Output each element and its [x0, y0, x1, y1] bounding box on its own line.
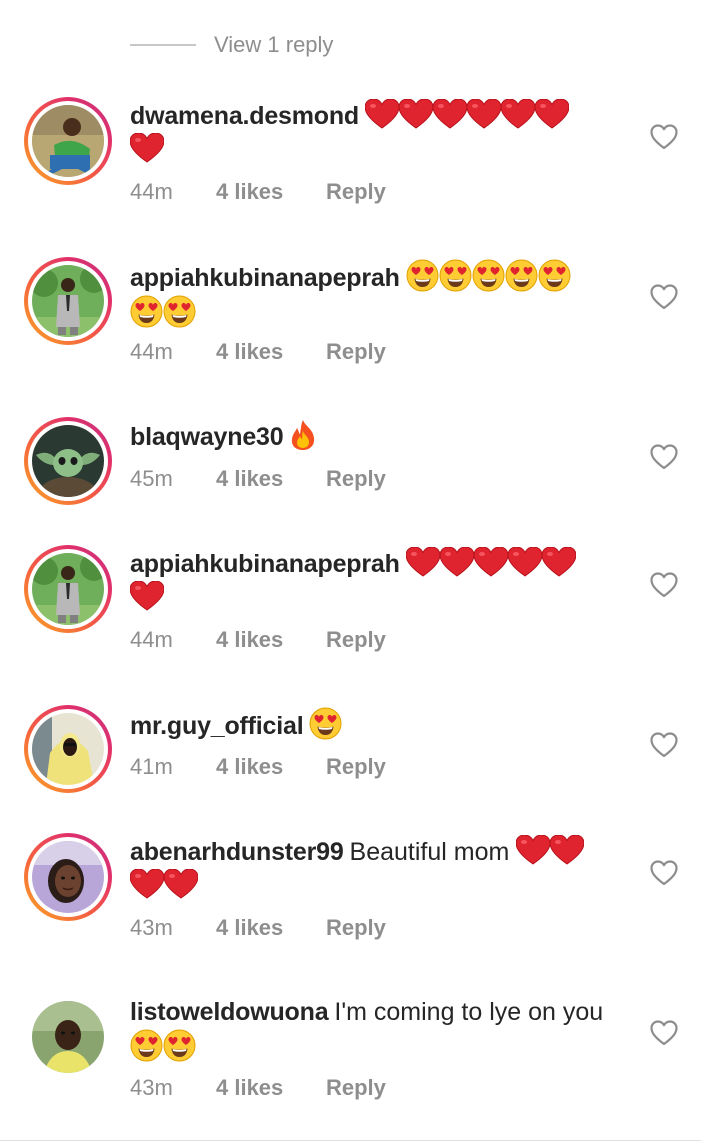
avatar	[32, 425, 104, 497]
reply-button[interactable]: Reply	[326, 339, 386, 365]
comment-likes[interactable]: 4 likes	[216, 339, 326, 365]
comment-time: 43m	[130, 915, 173, 940]
comment-meta: 44m 4 likes Reply	[130, 179, 386, 205]
heart-outline-icon[interactable]	[650, 444, 678, 470]
heart-eyes-emoji	[163, 1029, 196, 1062]
heart-outline-icon[interactable]	[650, 124, 678, 150]
view-replies-button[interactable]: View 1 reply	[130, 28, 333, 62]
comment-time: 43m	[130, 1075, 173, 1100]
red-heart-emoji	[501, 99, 535, 129]
red-heart-emoji	[550, 835, 584, 865]
avatar	[32, 105, 104, 177]
heart-eyes-emoji	[472, 259, 505, 292]
heart-eyes-emoji	[163, 295, 196, 328]
heart-eyes-emoji	[130, 1029, 163, 1062]
reply-button[interactable]: Reply	[326, 466, 386, 492]
story-ring[interactable]	[24, 833, 112, 921]
heart-outline-icon[interactable]	[650, 860, 678, 886]
comment-text: abenarhdunster99 Beautiful mom	[130, 835, 620, 903]
avatar	[32, 713, 104, 785]
divider	[0, 1140, 701, 1141]
red-heart-emoji	[535, 99, 569, 129]
comment-time: 44m	[130, 627, 173, 652]
red-heart-emoji	[467, 99, 501, 129]
heart-eyes-emoji	[538, 259, 571, 292]
comment-meta: 44m 4 likes Reply	[130, 627, 386, 653]
comment-time: 44m	[130, 179, 173, 204]
red-heart-emoji	[508, 547, 542, 577]
story-ring[interactable]	[24, 417, 112, 505]
avatar	[32, 265, 104, 337]
comment-username[interactable]: abenarhdunster99	[130, 838, 344, 866]
story-ring[interactable]	[24, 257, 112, 345]
comment-text: appiahkubinanapeprah	[130, 259, 620, 331]
comment-username[interactable]: mr.guy_official	[130, 712, 304, 740]
heart-eyes-emoji	[439, 259, 472, 292]
comment-username[interactable]: appiahkubinanapeprah	[130, 264, 400, 292]
comment-likes[interactable]: 4 likes	[216, 1075, 326, 1101]
comment-time: 44m	[130, 339, 173, 364]
comment-time: 45m	[130, 466, 173, 491]
comment-text: blaqwayne30	[130, 419, 620, 454]
heart-eyes-emoji	[406, 259, 439, 292]
heart-outline-icon[interactable]	[650, 572, 678, 598]
comment-text: dwamena.desmond	[130, 99, 620, 167]
reply-button[interactable]: Reply	[326, 754, 386, 780]
comment-time: 41m	[130, 754, 173, 779]
story-ring[interactable]	[24, 97, 112, 185]
comment-body: Beautiful mom	[349, 838, 510, 866]
fire-emoji	[289, 419, 317, 451]
reply-button[interactable]: Reply	[326, 627, 386, 653]
comment-likes[interactable]: 4 likes	[216, 466, 326, 492]
comment-likes[interactable]: 4 likes	[216, 627, 326, 653]
avatar	[32, 841, 104, 913]
comment-text: appiahkubinanapeprah	[130, 547, 620, 615]
comment-text: mr.guy_official	[130, 707, 620, 743]
red-heart-emoji	[516, 835, 550, 865]
heart-eyes-emoji	[309, 707, 342, 740]
reply-button[interactable]: Reply	[326, 1075, 386, 1101]
avatar	[32, 1001, 104, 1073]
red-heart-emoji	[542, 547, 576, 577]
comment-meta: 41m 4 likes Reply	[130, 754, 386, 780]
comment-likes[interactable]: 4 likes	[216, 915, 326, 941]
reply-thread-line	[130, 44, 196, 46]
red-heart-emoji	[399, 99, 433, 129]
story-ring[interactable]	[24, 705, 112, 793]
avatar-wrapper[interactable]	[24, 993, 112, 1081]
heart-eyes-emoji	[505, 259, 538, 292]
red-heart-emoji	[130, 133, 164, 163]
comment-meta: 45m 4 likes Reply	[130, 466, 386, 492]
red-heart-emoji	[164, 869, 198, 899]
comment-meta: 43m 4 likes Reply	[130, 915, 386, 941]
reply-button[interactable]: Reply	[326, 915, 386, 941]
comment-likes[interactable]: 4 likes	[216, 754, 326, 780]
comment-username[interactable]: appiahkubinanapeprah	[130, 550, 400, 578]
comment-username[interactable]: dwamena.desmond	[130, 102, 359, 130]
red-heart-emoji	[433, 99, 467, 129]
red-heart-emoji	[365, 99, 399, 129]
reply-button[interactable]: Reply	[326, 179, 386, 205]
red-heart-emoji	[406, 547, 440, 577]
red-heart-emoji	[130, 869, 164, 899]
comment-body: I'm coming to lye on you	[334, 998, 604, 1026]
red-heart-emoji	[474, 547, 508, 577]
comment-meta: 43m 4 likes Reply	[130, 1075, 386, 1101]
comment-meta: 44m 4 likes Reply	[130, 339, 386, 365]
heart-eyes-emoji	[130, 295, 163, 328]
heart-outline-icon[interactable]	[650, 284, 678, 310]
comment-username[interactable]: listoweldowuona	[130, 998, 329, 1026]
comment-username[interactable]: blaqwayne30	[130, 423, 284, 451]
heart-outline-icon[interactable]	[650, 1020, 678, 1046]
view-replies-label: View 1 reply	[214, 32, 334, 57]
comment-likes[interactable]: 4 likes	[216, 179, 326, 205]
heart-outline-icon[interactable]	[650, 732, 678, 758]
comment-text: listoweldowuona I'm coming to lye on you	[130, 995, 620, 1065]
story-ring[interactable]	[24, 545, 112, 633]
red-heart-emoji	[130, 581, 164, 611]
avatar	[32, 553, 104, 625]
red-heart-emoji	[440, 547, 474, 577]
